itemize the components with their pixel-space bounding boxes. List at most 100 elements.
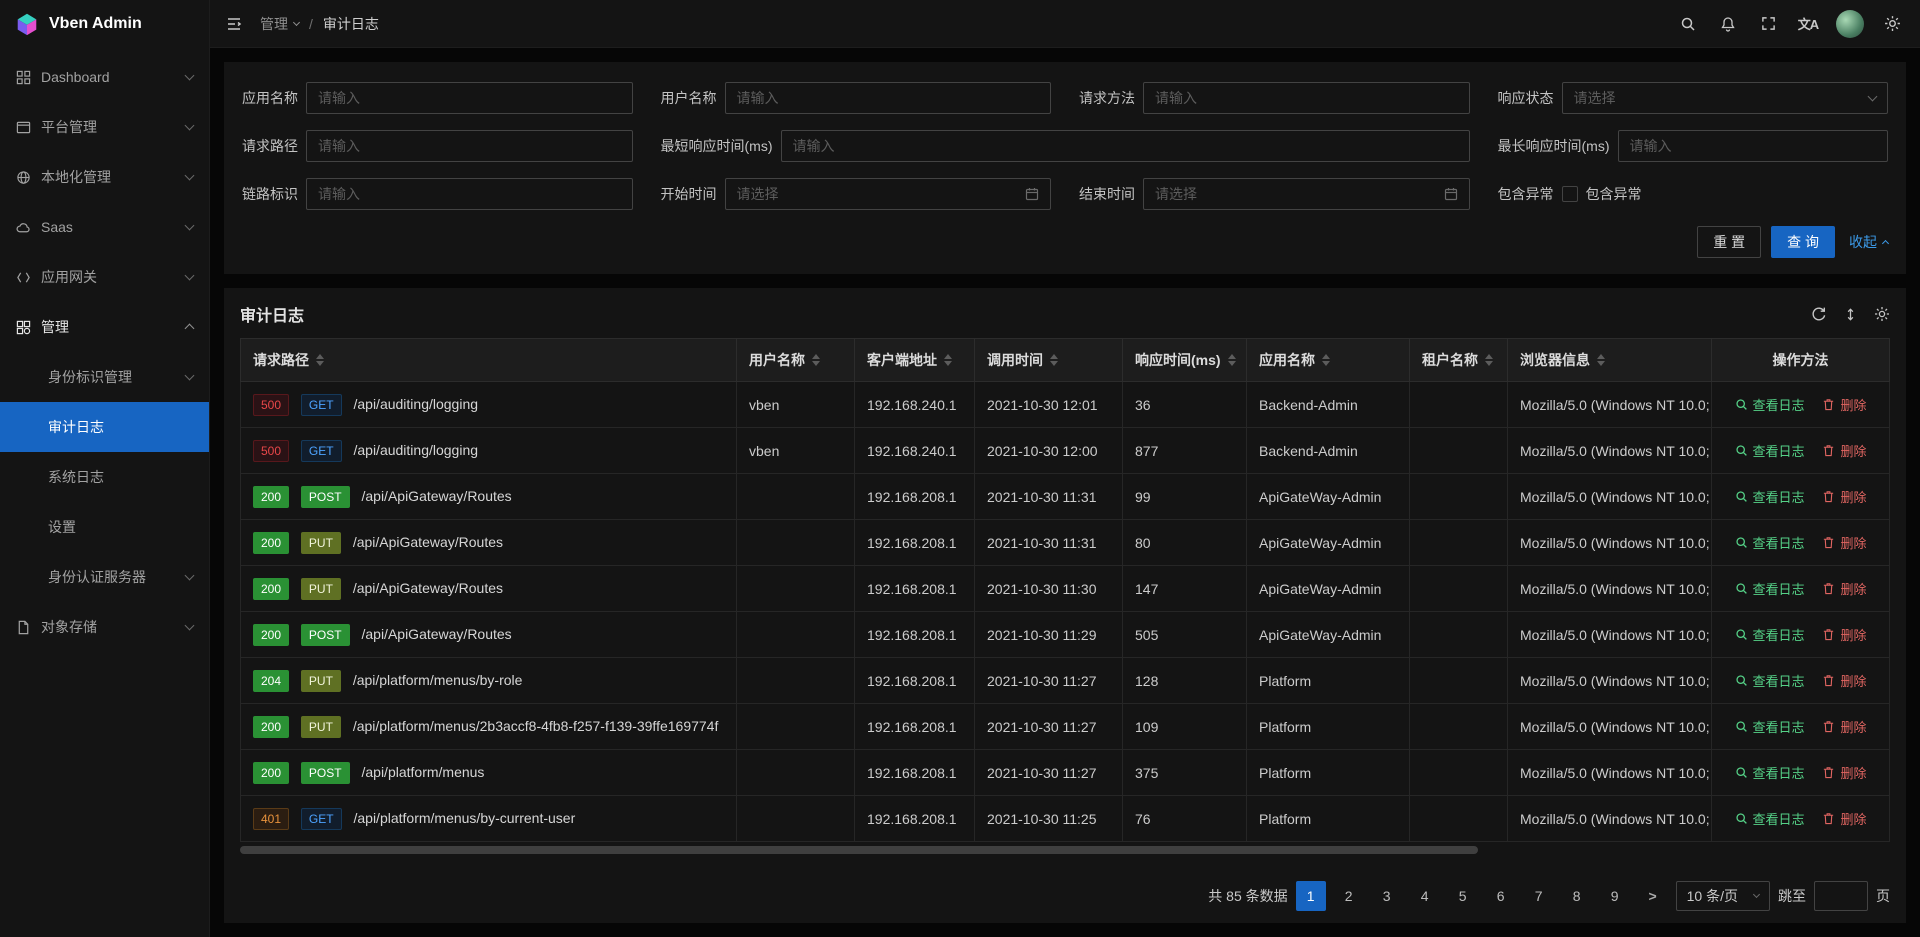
sort-icon[interactable] xyxy=(1485,354,1493,366)
sidebar-item-auth-server[interactable]: 身份认证服务器 xyxy=(0,552,209,602)
sidebar-item-identity-management[interactable]: 身份标识管理 xyxy=(0,352,209,402)
page-button[interactable]: 8 xyxy=(1562,881,1592,911)
page-button[interactable]: 3 xyxy=(1372,881,1402,911)
delete-button[interactable]: 删除 xyxy=(1822,763,1866,782)
sort-icon[interactable] xyxy=(812,354,820,366)
call-time-cell: 2021-10-30 11:31 xyxy=(975,474,1123,520)
app-name-input[interactable] xyxy=(318,90,621,106)
view-log-button[interactable]: 查看日志 xyxy=(1735,441,1805,460)
pagination: 共 85 条数据 1 2 3 4 5 6 7 xyxy=(240,871,1890,911)
column-header-tenant-name[interactable]: 租户名称 xyxy=(1410,339,1508,382)
has-exception-checkbox[interactable] xyxy=(1562,186,1578,202)
notification-bell-icon[interactable] xyxy=(1710,6,1746,42)
view-log-button[interactable]: 查看日志 xyxy=(1735,671,1805,690)
search-icon[interactable] xyxy=(1670,6,1706,42)
status-badge: 200 xyxy=(253,532,289,554)
view-log-button[interactable]: 查看日志 xyxy=(1735,763,1805,782)
tenant-cell xyxy=(1410,658,1508,704)
delete-button[interactable]: 删除 xyxy=(1822,533,1866,552)
fullscreen-icon[interactable] xyxy=(1750,6,1786,42)
delete-button[interactable]: 删除 xyxy=(1822,487,1866,506)
sidebar-item-app-gateway[interactable]: 应用网关 xyxy=(0,252,209,302)
refresh-icon[interactable] xyxy=(1811,306,1827,322)
user-name-cell xyxy=(737,520,855,566)
page-button[interactable]: 6 xyxy=(1486,881,1516,911)
sidebar-item-saas[interactable]: Saas xyxy=(0,202,209,252)
http-method-input[interactable] xyxy=(1155,90,1458,106)
sidebar-item-localization[interactable]: 本地化管理 xyxy=(0,152,209,202)
status-badge: 200 xyxy=(253,486,289,508)
avatar[interactable] xyxy=(1836,10,1864,38)
sidebar-item-platform-management[interactable]: 平台管理 xyxy=(0,102,209,152)
view-log-button[interactable]: 查看日志 xyxy=(1735,395,1805,414)
page-button[interactable]: 2 xyxy=(1334,881,1364,911)
pagination-next-button[interactable]: > xyxy=(1638,881,1668,911)
trace-id-input[interactable] xyxy=(318,186,621,202)
column-header-client-ip[interactable]: 客户端地址 xyxy=(855,339,975,382)
column-header-browser[interactable]: 浏览器信息 xyxy=(1508,339,1712,382)
translate-icon[interactable]: 文A xyxy=(1790,6,1826,42)
delete-button[interactable]: 删除 xyxy=(1822,717,1866,736)
sort-icon[interactable] xyxy=(1228,354,1236,366)
max-duration-input[interactable] xyxy=(1630,138,1877,154)
page-size-select[interactable]: 10 条/页 xyxy=(1676,881,1770,911)
table-settings-gear-icon[interactable] xyxy=(1874,306,1890,322)
http-status-select[interactable]: 请选择 xyxy=(1562,82,1889,114)
user-name-input[interactable] xyxy=(737,90,1040,106)
sidebar-item-system-log[interactable]: 系统日志 xyxy=(0,452,209,502)
jump-page-input[interactable] xyxy=(1814,881,1868,911)
sidebar-item-audit-log[interactable]: 审计日志 xyxy=(0,402,209,452)
column-header-user-name[interactable]: 用户名称 xyxy=(737,339,855,382)
request-path-cell: 500 GET /api/auditing/logging xyxy=(241,428,737,474)
view-log-button[interactable]: 查看日志 xyxy=(1735,487,1805,506)
logo[interactable]: Vben Admin xyxy=(0,0,209,48)
delete-button[interactable]: 删除 xyxy=(1822,671,1866,690)
delete-button[interactable]: 删除 xyxy=(1822,441,1866,460)
view-log-button[interactable]: 查看日志 xyxy=(1735,717,1805,736)
sort-icon[interactable] xyxy=(1597,354,1605,366)
breadcrumb-parent[interactable]: 管理 xyxy=(260,14,299,34)
delete-button[interactable]: 删除 xyxy=(1822,395,1866,414)
view-log-button[interactable]: 查看日志 xyxy=(1735,625,1805,644)
sort-icon[interactable] xyxy=(1050,354,1058,366)
horizontal-scrollbar[interactable] xyxy=(240,845,1890,855)
duration-cell: 76 xyxy=(1123,796,1247,842)
delete-button[interactable]: 删除 xyxy=(1822,625,1866,644)
page-button[interactable]: 4 xyxy=(1410,881,1440,911)
sidebar-item-object-storage[interactable]: 对象存储 xyxy=(0,602,209,652)
gateway-icon xyxy=(16,270,31,285)
column-header-request-path[interactable]: 请求路径 xyxy=(241,339,737,382)
sort-icon[interactable] xyxy=(1322,354,1330,366)
column-header-duration[interactable]: 响应时间(ms) xyxy=(1123,339,1247,382)
app-root: Vben Admin Dashboard 平台管理 xyxy=(0,0,1920,937)
view-log-button[interactable]: 查看日志 xyxy=(1735,809,1805,828)
sidebar-fold-icon[interactable] xyxy=(216,6,252,42)
page-button[interactable]: 9 xyxy=(1600,881,1630,911)
view-log-button[interactable]: 查看日志 xyxy=(1735,579,1805,598)
request-path-input[interactable] xyxy=(318,138,621,154)
sort-icon[interactable] xyxy=(316,354,324,366)
page-button[interactable]: 7 xyxy=(1524,881,1554,911)
view-log-button[interactable]: 查看日志 xyxy=(1735,533,1805,552)
scrollbar-thumb[interactable] xyxy=(240,846,1478,854)
query-button[interactable]: 查 询 xyxy=(1771,226,1835,258)
reset-button[interactable]: 重 置 xyxy=(1697,226,1761,258)
tenant-cell xyxy=(1410,520,1508,566)
delete-button[interactable]: 删除 xyxy=(1822,809,1866,828)
min-duration-input[interactable] xyxy=(793,138,1458,154)
page-button[interactable]: 1 xyxy=(1296,881,1326,911)
gear-icon[interactable] xyxy=(1874,6,1910,42)
column-header-call-time[interactable]: 调用时间 xyxy=(975,339,1123,382)
sort-icon[interactable] xyxy=(944,354,952,366)
collapse-link[interactable]: 收起 xyxy=(1849,232,1888,252)
column-header-app-name[interactable]: 应用名称 xyxy=(1247,339,1410,382)
column-height-icon[interactable] xyxy=(1843,307,1858,322)
end-time-picker[interactable]: 请选择 xyxy=(1143,178,1470,210)
delete-button[interactable]: 删除 xyxy=(1822,579,1866,598)
call-time-cell: 2021-10-30 11:31 xyxy=(975,520,1123,566)
page-button[interactable]: 5 xyxy=(1448,881,1478,911)
start-time-picker[interactable]: 请选择 xyxy=(725,178,1052,210)
sidebar-item-admin[interactable]: 管理 xyxy=(0,302,209,352)
sidebar-item-dashboard[interactable]: Dashboard xyxy=(0,52,209,102)
sidebar-item-settings[interactable]: 设置 xyxy=(0,502,209,552)
